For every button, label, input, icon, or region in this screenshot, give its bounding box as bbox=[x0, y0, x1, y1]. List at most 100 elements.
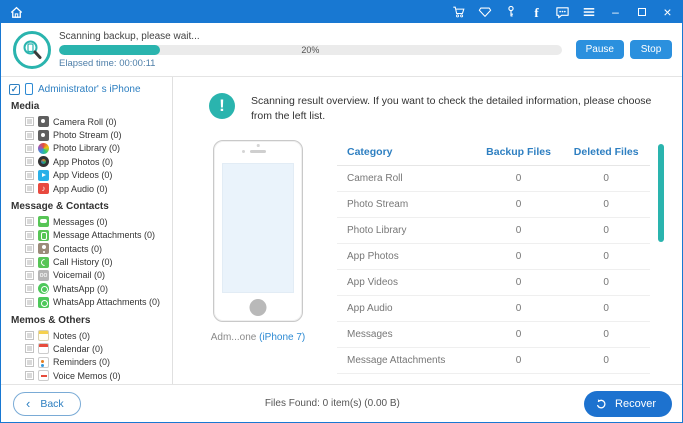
sidebar-item-calendar[interactable]: Calendar (0) bbox=[9, 342, 168, 355]
elapsed-time: Elapsed time: 00:00:11 bbox=[59, 58, 562, 69]
scan-result-table-wrap: Category Backup Files Deleted Files Came… bbox=[337, 140, 668, 374]
sidebar-item-whatsapp[interactable]: WhatsApp (0) bbox=[9, 282, 168, 295]
item-checkbox[interactable] bbox=[25, 358, 34, 367]
item-checkbox[interactable] bbox=[25, 131, 34, 140]
table-scrollbar[interactable] bbox=[658, 144, 664, 242]
device-label-model: (iPhone 7) bbox=[259, 332, 305, 343]
table-row[interactable]: App Photos 0 0 bbox=[337, 244, 650, 270]
reminders-icon bbox=[38, 357, 49, 368]
key-icon[interactable] bbox=[503, 5, 518, 20]
item-checkbox[interactable] bbox=[25, 231, 34, 240]
recover-button-label: Recover bbox=[615, 398, 656, 410]
menu-icon[interactable] bbox=[581, 5, 596, 20]
sidebar-item-photo-library[interactable]: Photo Library (0) bbox=[9, 142, 168, 155]
item-checkbox[interactable] bbox=[25, 371, 34, 380]
item-checkbox[interactable] bbox=[25, 258, 34, 267]
phone-illustration bbox=[213, 140, 303, 322]
item-checkbox[interactable] bbox=[25, 144, 34, 153]
app-window: f – × Scanning backup, please wait... 20… bbox=[0, 0, 683, 423]
sidebar-item-message-attachments[interactable]: Message Attachments (0) bbox=[9, 229, 168, 242]
minimize-button[interactable]: – bbox=[609, 5, 622, 19]
progress-area: Scanning backup, please wait... 20% Elap… bbox=[59, 31, 562, 69]
home-icon[interactable] bbox=[9, 5, 24, 20]
main-panel: ! Scanning result overview. If you want … bbox=[173, 77, 682, 384]
sidebar-item-contacts[interactable]: Contacts (0) bbox=[9, 242, 168, 255]
sidebar-item-voicemail[interactable]: oo Voicemail (0) bbox=[9, 269, 168, 282]
back-button[interactable]: ‹ Back bbox=[13, 392, 81, 416]
sidebar-item-app-videos[interactable]: App Videos (0) bbox=[9, 169, 168, 182]
header-deleted-files[interactable]: Deleted Files bbox=[562, 140, 650, 166]
table-row[interactable]: Photo Stream 0 0 bbox=[337, 192, 650, 218]
progress-bar: 20% bbox=[59, 45, 562, 55]
sidebar-item-app-photos[interactable]: App Photos (0) bbox=[9, 155, 168, 168]
phone-camera-dot bbox=[242, 150, 245, 153]
notes-icon bbox=[38, 330, 49, 341]
app-audio-icon: ♪ bbox=[38, 183, 49, 194]
header-backup-files[interactable]: Backup Files bbox=[475, 140, 563, 166]
facebook-icon[interactable]: f bbox=[529, 5, 544, 20]
device-preview: Adm...one (iPhone 7) bbox=[205, 140, 311, 374]
phone-home-button bbox=[250, 299, 267, 316]
titlebar: f – × bbox=[1, 1, 682, 23]
item-checkbox[interactable] bbox=[25, 244, 34, 253]
item-checkbox[interactable] bbox=[25, 284, 34, 293]
item-checkbox[interactable] bbox=[25, 171, 34, 180]
recover-icon bbox=[594, 397, 608, 411]
messages-icon bbox=[38, 216, 49, 227]
app-photos-icon bbox=[38, 156, 49, 167]
scan-result-table: Category Backup Files Deleted Files Came… bbox=[337, 140, 650, 374]
header-category[interactable]: Category bbox=[337, 140, 475, 166]
item-checkbox[interactable] bbox=[25, 184, 34, 193]
photo-library-icon bbox=[38, 143, 49, 154]
table-row[interactable]: Photo Library 0 0 bbox=[337, 218, 650, 244]
item-checkbox[interactable] bbox=[25, 344, 34, 353]
item-checkbox[interactable] bbox=[25, 298, 34, 307]
device-label-name: Adm...one bbox=[211, 332, 257, 343]
maximize-button[interactable] bbox=[635, 5, 648, 19]
phone-top-dot bbox=[257, 144, 260, 147]
close-button[interactable]: × bbox=[661, 4, 674, 20]
sidebar-item-voice-memos[interactable]: Voice Memos (0) bbox=[9, 369, 168, 382]
sidebar-device-root[interactable]: ✓ Administrator' s iPhone bbox=[9, 83, 168, 95]
table-row[interactable]: Messages 0 0 bbox=[337, 322, 650, 348]
sidebar: ✓ Administrator' s iPhone Media Camera R… bbox=[1, 77, 173, 384]
device-checkbox[interactable]: ✓ bbox=[9, 84, 20, 95]
stop-button[interactable]: Stop bbox=[630, 40, 672, 59]
recover-button[interactable]: Recover bbox=[584, 391, 672, 417]
whatsapp-attachments-icon bbox=[38, 297, 49, 308]
section-title-messages: Message & Contacts bbox=[11, 201, 168, 212]
table-row[interactable]: Message Attachments 0 0 bbox=[337, 348, 650, 374]
cart-icon[interactable] bbox=[451, 5, 466, 20]
gem-icon[interactable] bbox=[477, 5, 492, 20]
pause-button[interactable]: Pause bbox=[576, 40, 624, 59]
chevron-left-icon: ‹ bbox=[26, 397, 30, 410]
table-row[interactable]: App Audio 0 0 bbox=[337, 296, 650, 322]
sidebar-item-call-history[interactable]: Call History (0) bbox=[9, 255, 168, 268]
sidebar-item-camera-roll[interactable]: Camera Roll (0) bbox=[9, 115, 168, 128]
progress-buttons: Pause Stop bbox=[576, 40, 672, 59]
sidebar-item-photo-stream[interactable]: Photo Stream (0) bbox=[9, 128, 168, 141]
item-checkbox[interactable] bbox=[25, 217, 34, 226]
chat-icon[interactable] bbox=[555, 5, 570, 20]
sidebar-item-app-audio[interactable]: ♪ App Audio (0) bbox=[9, 182, 168, 195]
app-videos-icon bbox=[38, 170, 49, 181]
sidebar-item-reminders[interactable]: Reminders (0) bbox=[9, 356, 168, 369]
table-row[interactable]: Camera Roll 0 0 bbox=[337, 166, 650, 192]
voice-memos-icon bbox=[38, 370, 49, 381]
item-checkbox[interactable] bbox=[25, 117, 34, 126]
item-checkbox[interactable] bbox=[25, 157, 34, 166]
device-label: Adm...one (iPhone 7) bbox=[205, 332, 311, 343]
sidebar-item-notes[interactable]: Notes (0) bbox=[9, 329, 168, 342]
sidebar-item-messages[interactable]: Messages (0) bbox=[9, 215, 168, 228]
item-checkbox[interactable] bbox=[25, 271, 34, 280]
message-attachments-icon bbox=[38, 230, 49, 241]
item-checkbox[interactable] bbox=[25, 331, 34, 340]
sidebar-item-whatsapp-attachments[interactable]: WhatsApp Attachments (0) bbox=[9, 296, 168, 309]
whatsapp-icon bbox=[38, 283, 49, 294]
calendar-icon bbox=[38, 343, 49, 354]
maximize-icon bbox=[638, 8, 646, 16]
scan-notice: ! Scanning result overview. If you want … bbox=[209, 93, 668, 124]
table-row[interactable]: App Videos 0 0 bbox=[337, 270, 650, 296]
body: ✓ Administrator' s iPhone Media Camera R… bbox=[1, 77, 682, 384]
device-name: Administrator' s iPhone bbox=[38, 84, 141, 95]
